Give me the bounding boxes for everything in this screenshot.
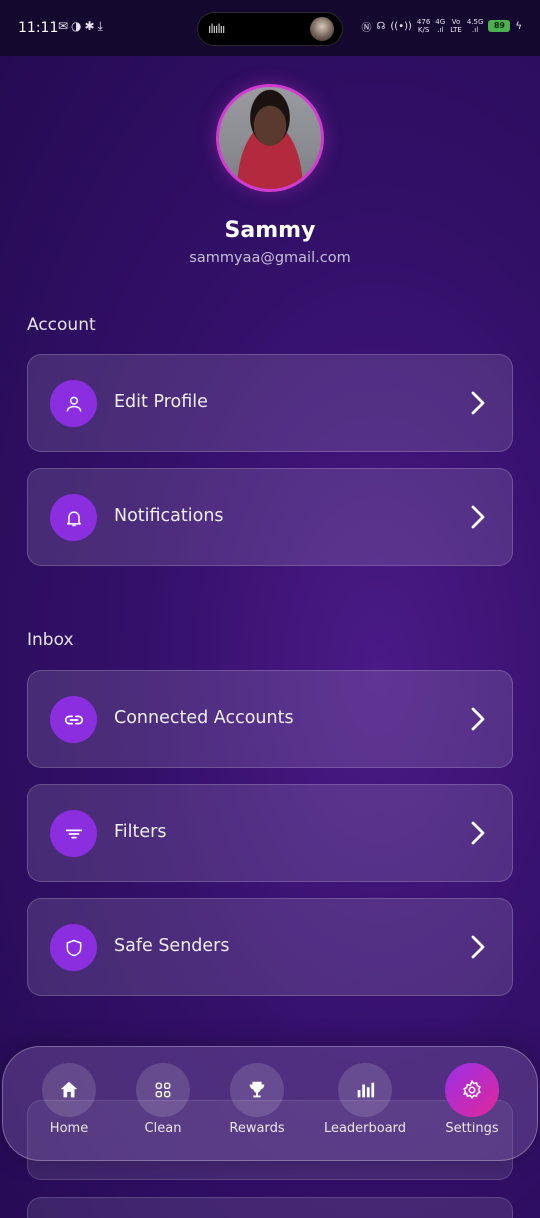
safe-senders-label: Safe Senders — [114, 936, 230, 956]
nav-home[interactable]: Home — [19, 1063, 119, 1136]
chevron-right-icon — [471, 821, 485, 845]
notifications-row[interactable]: Notifications — [27, 468, 513, 566]
bell-icon — [50, 494, 97, 541]
link-icon — [50, 696, 97, 743]
edit-profile-row[interactable]: Edit Profile — [27, 354, 513, 452]
net-speed: 476 K/S — [416, 18, 431, 34]
filters-row[interactable]: Filters — [27, 784, 513, 882]
filter-icon — [50, 810, 97, 857]
grid-icon — [136, 1063, 190, 1117]
section-title-account: Account — [27, 315, 96, 335]
notifications-label: Notifications — [114, 506, 224, 526]
chevron-right-icon — [471, 391, 485, 415]
volte: Vo LTE — [450, 18, 462, 34]
island-avatar — [310, 17, 334, 41]
nav-clean-label: Clean — [144, 1121, 182, 1136]
nav-clean[interactable]: Clean — [113, 1063, 213, 1136]
connected-accounts-row[interactable]: Connected Accounts — [27, 670, 513, 768]
hotspot-icon: ((•)) — [390, 20, 412, 32]
nfc-icon: Ⓝ — [361, 22, 372, 34]
safe-senders-row[interactable]: Safe Senders — [27, 898, 513, 996]
nav-rewards[interactable]: Rewards — [207, 1063, 307, 1136]
nav-leaderboard[interactable]: Leaderboard — [315, 1063, 415, 1136]
profile-avatar[interactable] — [216, 84, 324, 192]
user-icon — [50, 380, 97, 427]
status-time: 11:11 — [18, 20, 59, 36]
gear-icon — [445, 1063, 499, 1117]
notification-icons: ✉◑✱⤓ — [58, 19, 106, 33]
nav-leaderboard-label: Leaderboard — [323, 1121, 407, 1136]
filters-label: Filters — [114, 822, 167, 842]
headphones-icon: ☊ — [376, 20, 386, 32]
home-icon — [42, 1063, 96, 1117]
audio-wave-icon: ılıılıı — [208, 22, 225, 36]
chevron-right-icon — [471, 505, 485, 529]
profile-email: sammyaa@gmail.com — [189, 250, 351, 266]
nav-rewards-label: Rewards — [229, 1121, 285, 1136]
chevron-right-icon — [471, 707, 485, 731]
trophy-icon — [230, 1063, 284, 1117]
status-right: Ⓝ ☊ ((•)) 476 K/S 4G .ıl Vo LTE 4.5G .ıl 89 … — [362, 18, 522, 34]
signal-1: 4G .ıl — [435, 18, 446, 34]
shield-icon — [50, 924, 97, 971]
dynamic-island[interactable]: ılıılıı — [197, 12, 343, 46]
profile-name: Sammy — [224, 218, 316, 243]
signal-2: 4.5G .ıl — [466, 18, 484, 34]
bottom-nav: Home Clean Rewards Leaderboard Settings — [2, 1046, 538, 1161]
nav-settings[interactable]: Settings — [422, 1063, 522, 1136]
battery-icon: 89 — [488, 20, 511, 32]
status-bar: 11:11 ✉◑✱⤓ ılıılıı Ⓝ ☊ ((•)) 476 K/S 4G .ı… — [0, 0, 540, 56]
edit-profile-label: Edit Profile — [114, 392, 208, 412]
charging-icon: ϟ — [515, 20, 522, 32]
chevron-right-icon — [471, 935, 485, 959]
bar-chart-icon — [338, 1063, 392, 1117]
section-title-inbox: Inbox — [27, 630, 74, 650]
hidden-row[interactable] — [27, 1197, 513, 1218]
nav-home-label: Home — [49, 1121, 89, 1136]
connected-accounts-label: Connected Accounts — [114, 708, 294, 728]
nav-settings-label: Settings — [445, 1121, 499, 1136]
